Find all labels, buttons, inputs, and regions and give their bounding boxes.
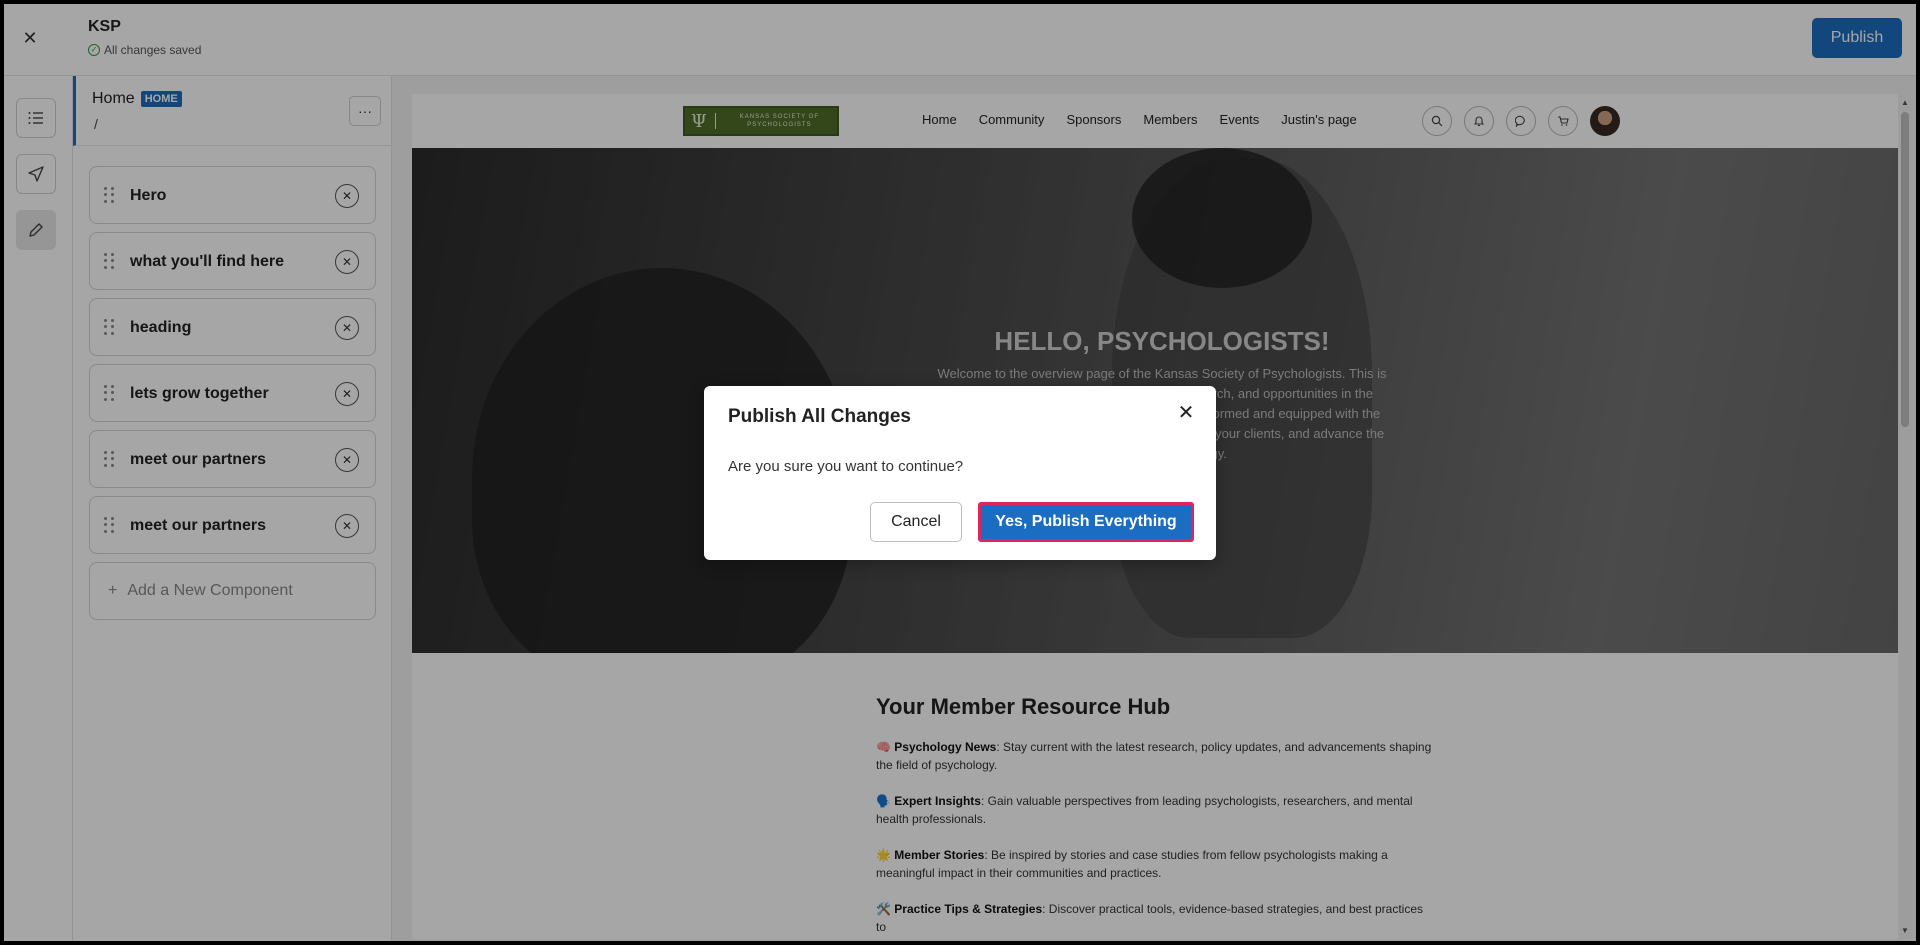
cancel-button[interactable]: Cancel [870,502,962,542]
editor-window: ✕ KSP ✓ All changes saved Publish Home H… [4,4,1916,941]
close-icon[interactable]: ✕ [1174,400,1198,424]
dialog-title: Publish All Changes [728,406,911,427]
dialog-message: Are you sure you want to continue? [728,458,964,475]
publish-dialog: Publish All Changes ✕ Are you sure you w… [704,386,1216,560]
confirm-publish-button[interactable]: Yes, Publish Everything [978,502,1194,542]
